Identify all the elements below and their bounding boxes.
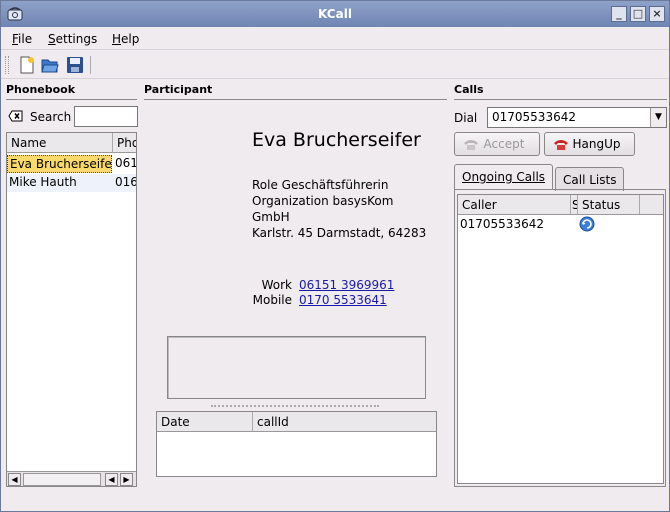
menu-settings-label: ettings [55,32,98,46]
menu-settings-accel: S [48,32,56,46]
calls-divider [454,99,667,100]
table-row-phone[interactable]: 0160 [113,174,136,192]
accept-button[interactable]: Accept [454,132,540,156]
tab-ongoing-calls-label: Ongoing Calls [462,170,546,184]
toolbar-separator [90,56,91,74]
menu-bar: File Settings Help [1,28,669,50]
search-input[interactable] [74,106,138,127]
participant-organization: Organization basysKom [252,194,394,208]
main-window: KCall _ □ × File Settings Help Phonebook [0,0,670,512]
participant-name: Eva Brucherseifer [252,129,421,151]
tab-call-lists[interactable]: Call Lists [555,167,625,191]
toolbar-grip[interactable] [5,56,9,74]
table-row-phone[interactable]: 0615 [113,155,136,173]
scrollbar-thumb[interactable] [23,473,101,486]
dial-combobox[interactable]: 01705533642 ▼ [487,107,667,128]
menu-help[interactable]: Help [112,32,139,46]
phonebook-title: Phonebook [6,83,76,96]
dial-value: 01705533642 [492,110,576,124]
tab-ongoing-calls[interactable]: Ongoing Calls [454,164,554,190]
ongoing-calls-table[interactable]: Caller S Status 01705533642 [457,194,664,484]
participant-address: Karlstr. 45 Darmstadt, 64283 [252,226,427,240]
close-icon[interactable]: × [649,6,665,22]
title-bar[interactable]: KCall _ □ × [1,1,669,27]
search-label: Search [30,110,72,124]
menu-file-label: ile [18,32,33,46]
scroll-left-icon[interactable]: ◀ [105,473,118,486]
scroll-right-icon[interactable]: ▶ [120,473,133,486]
table-row-name[interactable]: Eva Brucherseifer [7,155,112,173]
toolbar [1,51,669,79]
window-title: KCall [318,7,352,21]
phonebook-divider [6,99,137,100]
open-folder-icon[interactable] [41,56,59,74]
table-row-name[interactable]: Mike Hauth [7,174,113,192]
menu-file[interactable]: File [12,32,32,46]
column-header-date[interactable]: Date [157,412,253,432]
mobile-number-link[interactable]: 0170 5533641 [299,293,387,307]
participant-organization-cont: GmbH [252,210,290,224]
work-label: Work [261,278,292,292]
column-header-name[interactable]: Name [7,133,113,153]
table-row-caller[interactable]: 01705533642 [458,216,570,234]
call-history-table[interactable]: Date callId [156,411,437,477]
phonebook-table[interactable]: Name Pho Eva Brucherseifer 0615 Mike Hau… [6,132,137,487]
work-number-link[interactable]: 06151 3969961 [299,278,394,292]
calls-title: Calls [454,83,484,96]
chevron-down-icon[interactable]: ▼ [650,108,666,127]
participant-divider [144,99,447,100]
column-header-callid[interactable]: callId [253,412,436,432]
menu-help-accel: H [112,32,122,46]
horizontal-scrollbar[interactable]: ◀ ◀ ▶ [7,471,136,486]
column-header-caller[interactable]: Caller [458,195,571,215]
save-disk-icon[interactable] [66,56,84,74]
menu-help-label: elp [121,32,140,46]
refresh-globe-icon [579,216,595,232]
column-header-s[interactable]: S [571,195,578,215]
participant-role: Role Geschäftsführerin [252,178,389,192]
menu-settings[interactable]: Settings [48,32,97,46]
column-header-status[interactable]: Status [578,195,640,215]
scroll-left-icon[interactable]: ◀ [8,473,21,486]
participant-title: Participant [144,83,213,96]
column-header-phone[interactable]: Pho [113,133,136,153]
hangup-button[interactable]: HangUp [544,132,635,156]
dial-label: Dial [454,111,478,125]
tab-call-lists-label: Call Lists [563,173,617,187]
splitter-handle[interactable] [211,405,379,408]
new-document-icon[interactable] [18,56,36,74]
clear-search-icon[interactable] [8,110,23,122]
phone-hangup-icon [554,140,568,150]
phone-accept-icon [464,140,478,150]
participant-notes-area[interactable] [167,336,426,399]
maximize-icon[interactable]: □ [630,6,646,22]
minimize-icon[interactable]: _ [611,6,627,22]
mobile-label: Mobile [252,293,292,307]
column-header-filler [640,195,663,215]
